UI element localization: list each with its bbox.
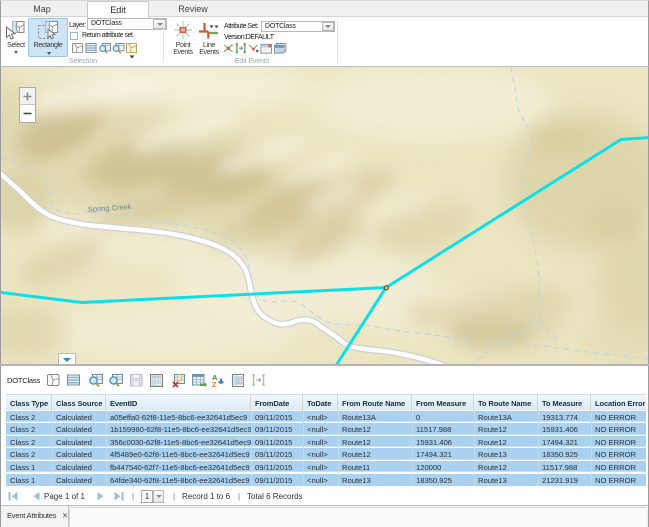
svg-text:Z: Z	[212, 380, 217, 388]
